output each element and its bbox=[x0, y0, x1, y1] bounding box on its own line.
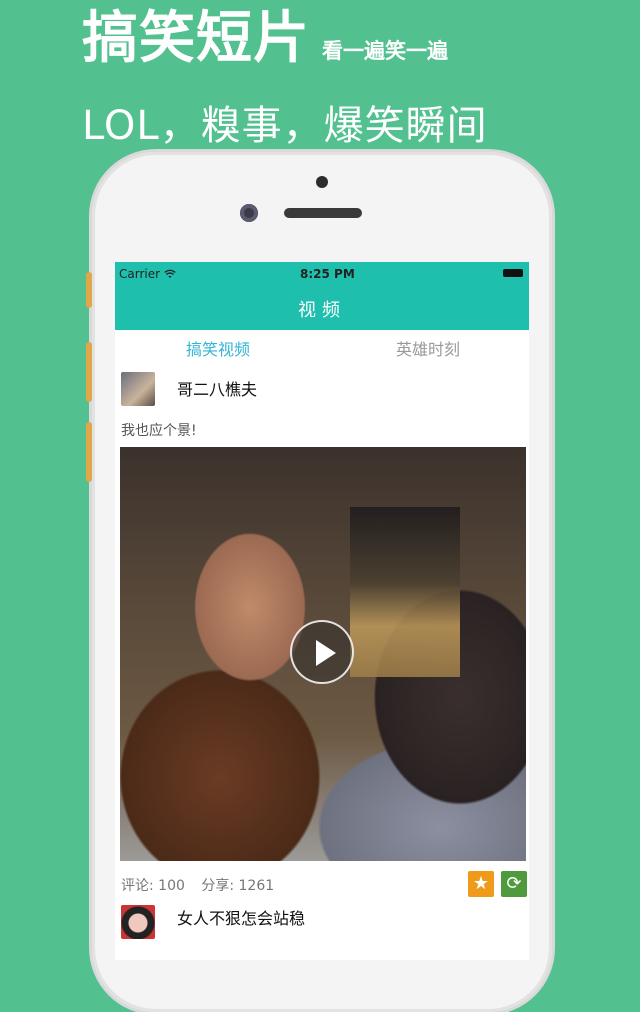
avatar[interactable] bbox=[121, 372, 155, 406]
play-icon bbox=[316, 640, 336, 666]
tab-bar: 搞笑视频 英雄时刻 bbox=[115, 330, 529, 364]
mute-switch bbox=[86, 272, 92, 308]
battery-icon bbox=[503, 269, 523, 277]
video-feed: 哥二八樵夫 我也应个景! 评论: 100 分享: 1261 ★ ⟳ 女人不狠怎会… bbox=[115, 364, 529, 939]
earpiece-speaker bbox=[284, 208, 362, 218]
front-camera bbox=[240, 204, 258, 222]
star-icon: ★ bbox=[472, 873, 490, 894]
nav-bar: 视频 bbox=[115, 286, 529, 330]
post-caption: 我也应个景! bbox=[121, 423, 197, 439]
post-header: 女人不狠怎会站稳 bbox=[115, 901, 529, 945]
volume-down-button bbox=[86, 422, 92, 482]
wifi-icon bbox=[164, 269, 176, 278]
video-thumbnail-detail bbox=[350, 507, 460, 677]
play-button[interactable] bbox=[290, 620, 354, 684]
promo-tagline: LOL，糗事，爆笑瞬间 bbox=[82, 103, 488, 149]
share-count[interactable]: 分享: 1261 bbox=[201, 878, 274, 894]
refresh-icon: ⟳ bbox=[506, 873, 522, 894]
nav-title: 视频 bbox=[298, 300, 346, 321]
promo-subtitle: 看一遍笑一遍 bbox=[322, 39, 448, 63]
tab-hero-moments[interactable]: 英雄时刻 bbox=[343, 336, 513, 360]
promo-title: 搞笑短片 bbox=[82, 6, 310, 71]
video-player[interactable] bbox=[120, 447, 526, 861]
tab-funny-videos[interactable]: 搞笑视频 bbox=[133, 336, 303, 360]
comment-count[interactable]: 评论: 100 bbox=[121, 878, 185, 894]
proximity-sensor bbox=[316, 176, 328, 188]
app-screen: Carrier 8:25 PM 视频 搞笑视频 英雄时刻 哥二八樵夫 我也应个景… bbox=[115, 262, 529, 960]
status-bar: Carrier 8:25 PM bbox=[115, 262, 529, 286]
carrier-label: Carrier bbox=[119, 267, 176, 281]
favorite-button[interactable]: ★ bbox=[468, 871, 494, 897]
refresh-button[interactable]: ⟳ bbox=[501, 871, 527, 897]
post-stats: 评论: 100 分享: 1261 ★ ⟳ bbox=[115, 869, 529, 901]
post-username[interactable]: 哥二八樵夫 bbox=[177, 376, 257, 400]
stats-text: 评论: 100 分享: 1261 bbox=[121, 875, 286, 895]
status-time: 8:25 PM bbox=[300, 267, 355, 281]
post-username[interactable]: 女人不狠怎会站稳 bbox=[177, 905, 305, 929]
carrier-text: Carrier bbox=[119, 267, 164, 281]
volume-up-button bbox=[86, 342, 92, 402]
post-header: 哥二八樵夫 bbox=[115, 364, 529, 408]
avatar[interactable] bbox=[121, 905, 155, 939]
